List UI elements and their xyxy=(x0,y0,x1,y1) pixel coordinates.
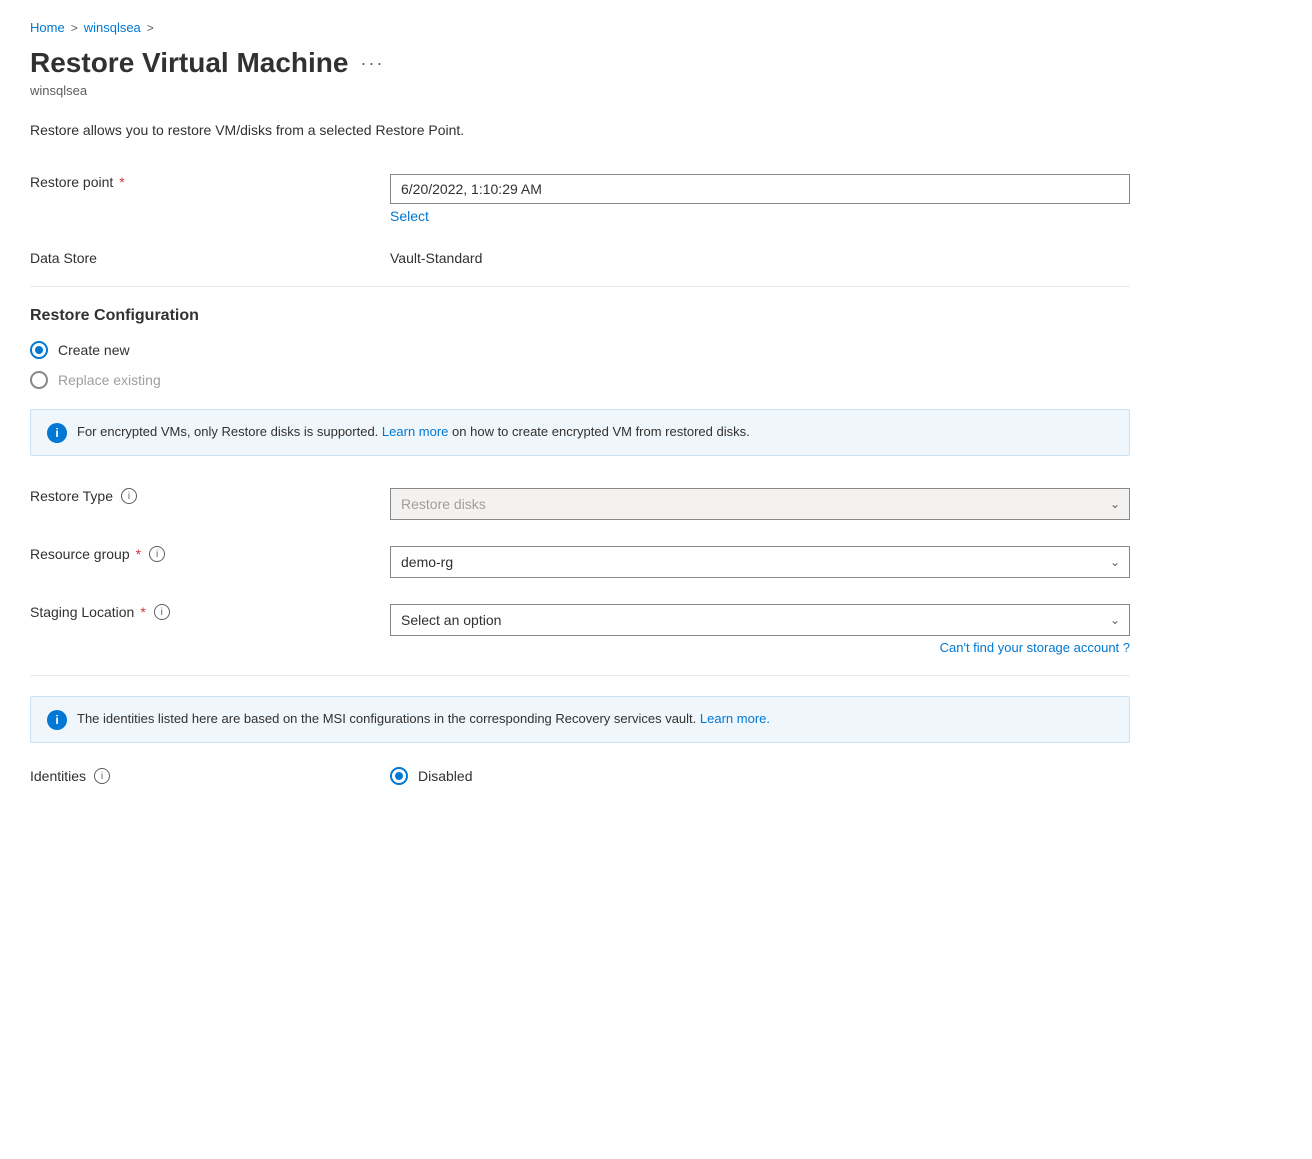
resource-group-select[interactable]: demo-rg xyxy=(390,546,1130,578)
resource-group-label: Resource group * i xyxy=(30,538,390,562)
page-subtitle: winsqlsea xyxy=(30,83,1282,98)
divider-2 xyxy=(30,675,1130,676)
restore-point-input[interactable] xyxy=(390,174,1130,204)
identities-info-banner-text: The identities listed here are based on … xyxy=(77,709,770,729)
identities-disabled-label: Disabled xyxy=(418,768,472,784)
info-banner-text: For encrypted VMs, only Restore disks is… xyxy=(77,422,750,442)
divider-1 xyxy=(30,286,1130,287)
create-new-radio[interactable]: Create new xyxy=(30,341,1130,359)
encrypted-vm-info-banner: i For encrypted VMs, only Restore disks … xyxy=(30,409,1130,456)
create-new-radio-circle[interactable] xyxy=(30,341,48,359)
staging-location-label: Staging Location * i xyxy=(30,596,390,620)
replace-existing-radio-label: Replace existing xyxy=(58,372,161,388)
identities-radio-circle[interactable] xyxy=(390,767,408,785)
staging-location-info-icon[interactable]: i xyxy=(154,604,170,620)
identities-info-icon[interactable]: i xyxy=(94,768,110,784)
data-store-label: Data Store xyxy=(30,242,390,266)
restore-point-label: Restore point * xyxy=(30,166,390,190)
breadcrumb-vm[interactable]: winsqlsea xyxy=(84,20,141,35)
restore-type-label: Restore Type i xyxy=(30,480,390,504)
more-options-icon[interactable]: ··· xyxy=(360,53,384,74)
breadcrumb-separator-1: > xyxy=(71,21,78,35)
resource-group-row: Resource group * i demo-rg ⌄ xyxy=(30,538,1130,578)
create-new-radio-label: Create new xyxy=(58,342,130,358)
staging-location-select[interactable]: Select an option xyxy=(390,604,1130,636)
data-store-value: Vault-Standard xyxy=(390,242,1130,266)
staging-location-dropdown-wrapper: Select an option ⌄ xyxy=(390,604,1130,636)
restore-type-info-icon[interactable]: i xyxy=(121,488,137,504)
breadcrumb-separator-2: > xyxy=(147,21,154,35)
resource-group-required: * xyxy=(136,546,141,562)
resource-group-info-icon[interactable]: i xyxy=(149,546,165,562)
breadcrumb: Home > winsqlsea > xyxy=(30,20,1282,35)
identities-learn-more-link[interactable]: Learn more. xyxy=(700,711,770,726)
identities-info-banner-icon: i xyxy=(47,710,67,730)
restore-point-row: Restore point * Select xyxy=(30,166,1130,224)
info-banner-icon: i xyxy=(47,423,67,443)
staging-location-required: * xyxy=(140,604,145,620)
restore-type-select[interactable]: Restore disks xyxy=(390,488,1130,520)
restore-point-select-link[interactable]: Select xyxy=(390,208,1130,224)
restore-configuration-heading: Restore Configuration xyxy=(30,307,1130,325)
staging-location-value: Select an option ⌄ Can't find your stora… xyxy=(390,596,1130,655)
restore-point-value: Select xyxy=(390,166,1130,224)
form-section: Restore point * Select Data Store Vault-… xyxy=(30,166,1130,785)
identities-row: Identities i Disabled xyxy=(30,767,1130,785)
page-title-row: Restore Virtual Machine ··· xyxy=(30,47,1282,79)
restore-configuration-radio-group: Create new Replace existing xyxy=(30,341,1130,389)
data-store-row: Data Store Vault-Standard xyxy=(30,242,1130,266)
learn-more-link[interactable]: Learn more xyxy=(382,424,448,439)
staging-location-row: Staging Location * i Select an option ⌄ … xyxy=(30,596,1130,655)
restore-point-required: * xyxy=(119,174,124,190)
breadcrumb-home[interactable]: Home xyxy=(30,20,65,35)
restore-type-dropdown-wrapper: Restore disks ⌄ xyxy=(390,488,1130,520)
page-description: Restore allows you to restore VM/disks f… xyxy=(30,122,1282,138)
replace-existing-radio-circle[interactable] xyxy=(30,371,48,389)
replace-existing-radio[interactable]: Replace existing xyxy=(30,371,1130,389)
page-title: Restore Virtual Machine xyxy=(30,47,348,79)
identities-label: Identities i xyxy=(30,768,390,784)
identities-disabled-radio: Disabled xyxy=(390,767,472,785)
restore-type-row: Restore Type i Restore disks ⌄ xyxy=(30,480,1130,520)
resource-group-value: demo-rg ⌄ xyxy=(390,538,1130,578)
resource-group-dropdown-wrapper: demo-rg ⌄ xyxy=(390,546,1130,578)
identities-info-banner: i The identities listed here are based o… xyxy=(30,696,1130,743)
cant-find-storage-link[interactable]: Can't find your storage account ? xyxy=(390,640,1130,655)
restore-type-value: Restore disks ⌄ xyxy=(390,480,1130,520)
